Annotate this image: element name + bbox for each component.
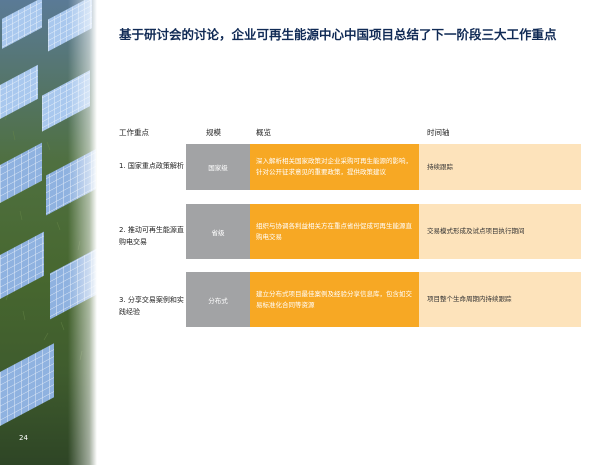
row-1-scale: 国家级 [186,144,250,190]
row-3-overview: 建立分布式项目最佳案例及经验分享信息库，包含如交易标准化合同等资源 [250,272,419,327]
row-1-timeline-text: 持续跟踪 [427,162,453,171]
row-1-overview: 深入解析相关国家政策对企业采购可再生能源的影响，针对公开征求意见的重要政策，提供… [250,144,419,190]
header-timeline: 时间轴 [427,128,450,137]
row-3-overview-text: 建立分布式项目最佳案例及经验分享信息库，包含如交易标准化合同等资源 [256,289,412,309]
row-3-scale: 分布式 [186,272,250,327]
row-2-overview: 组织与协调各利益相关方在重点省份促成可再生能源直购电交易 [250,204,419,259]
row-2-timeline-text: 交易模式形成及试点项目执行期间 [427,227,525,235]
row-2-overview-text: 组织与协调各利益相关方在重点省份促成可再生能源直购电交易 [256,221,412,241]
row-2-scale-text: 省级 [211,228,225,237]
solar-panel-photo: 24 [0,0,97,465]
row-2-scale: 省级 [186,204,250,259]
row-2-timeline: 交易模式形成及试点项目执行期间 [419,204,581,259]
page-title: 基于研讨会的讨论，企业可再生能源中心中国项目总结了下一阶段三大工作重点 [119,27,557,42]
row-2-focus: 2. 推动可再生能源直购电交易 [119,226,184,246]
header-focus: 工作重点 [119,128,149,137]
row-1-timeline: 持续跟踪 [419,144,581,190]
row-3-timeline: 项目整个生命周期内持续跟踪 [419,272,581,327]
photo-fade [0,0,97,465]
page-number: 24 [19,434,28,442]
row-3-focus: 3. 分享交易案例和实践经验 [119,296,184,316]
row-3-scale-text: 分布式 [208,296,228,305]
row-1-focus: 1. 国家重点政策解析 [119,162,184,170]
row-3-timeline-text: 项目整个生命周期内持续跟踪 [427,295,512,303]
row-1-overview-text: 深入解析相关国家政策对企业采购可再生能源的影响，针对公开征求意见的重要政策，提供… [256,157,412,176]
header-scale: 规模 [206,128,221,137]
row-1-scale-text: 国家级 [208,164,228,172]
header-overview: 概览 [256,128,271,137]
